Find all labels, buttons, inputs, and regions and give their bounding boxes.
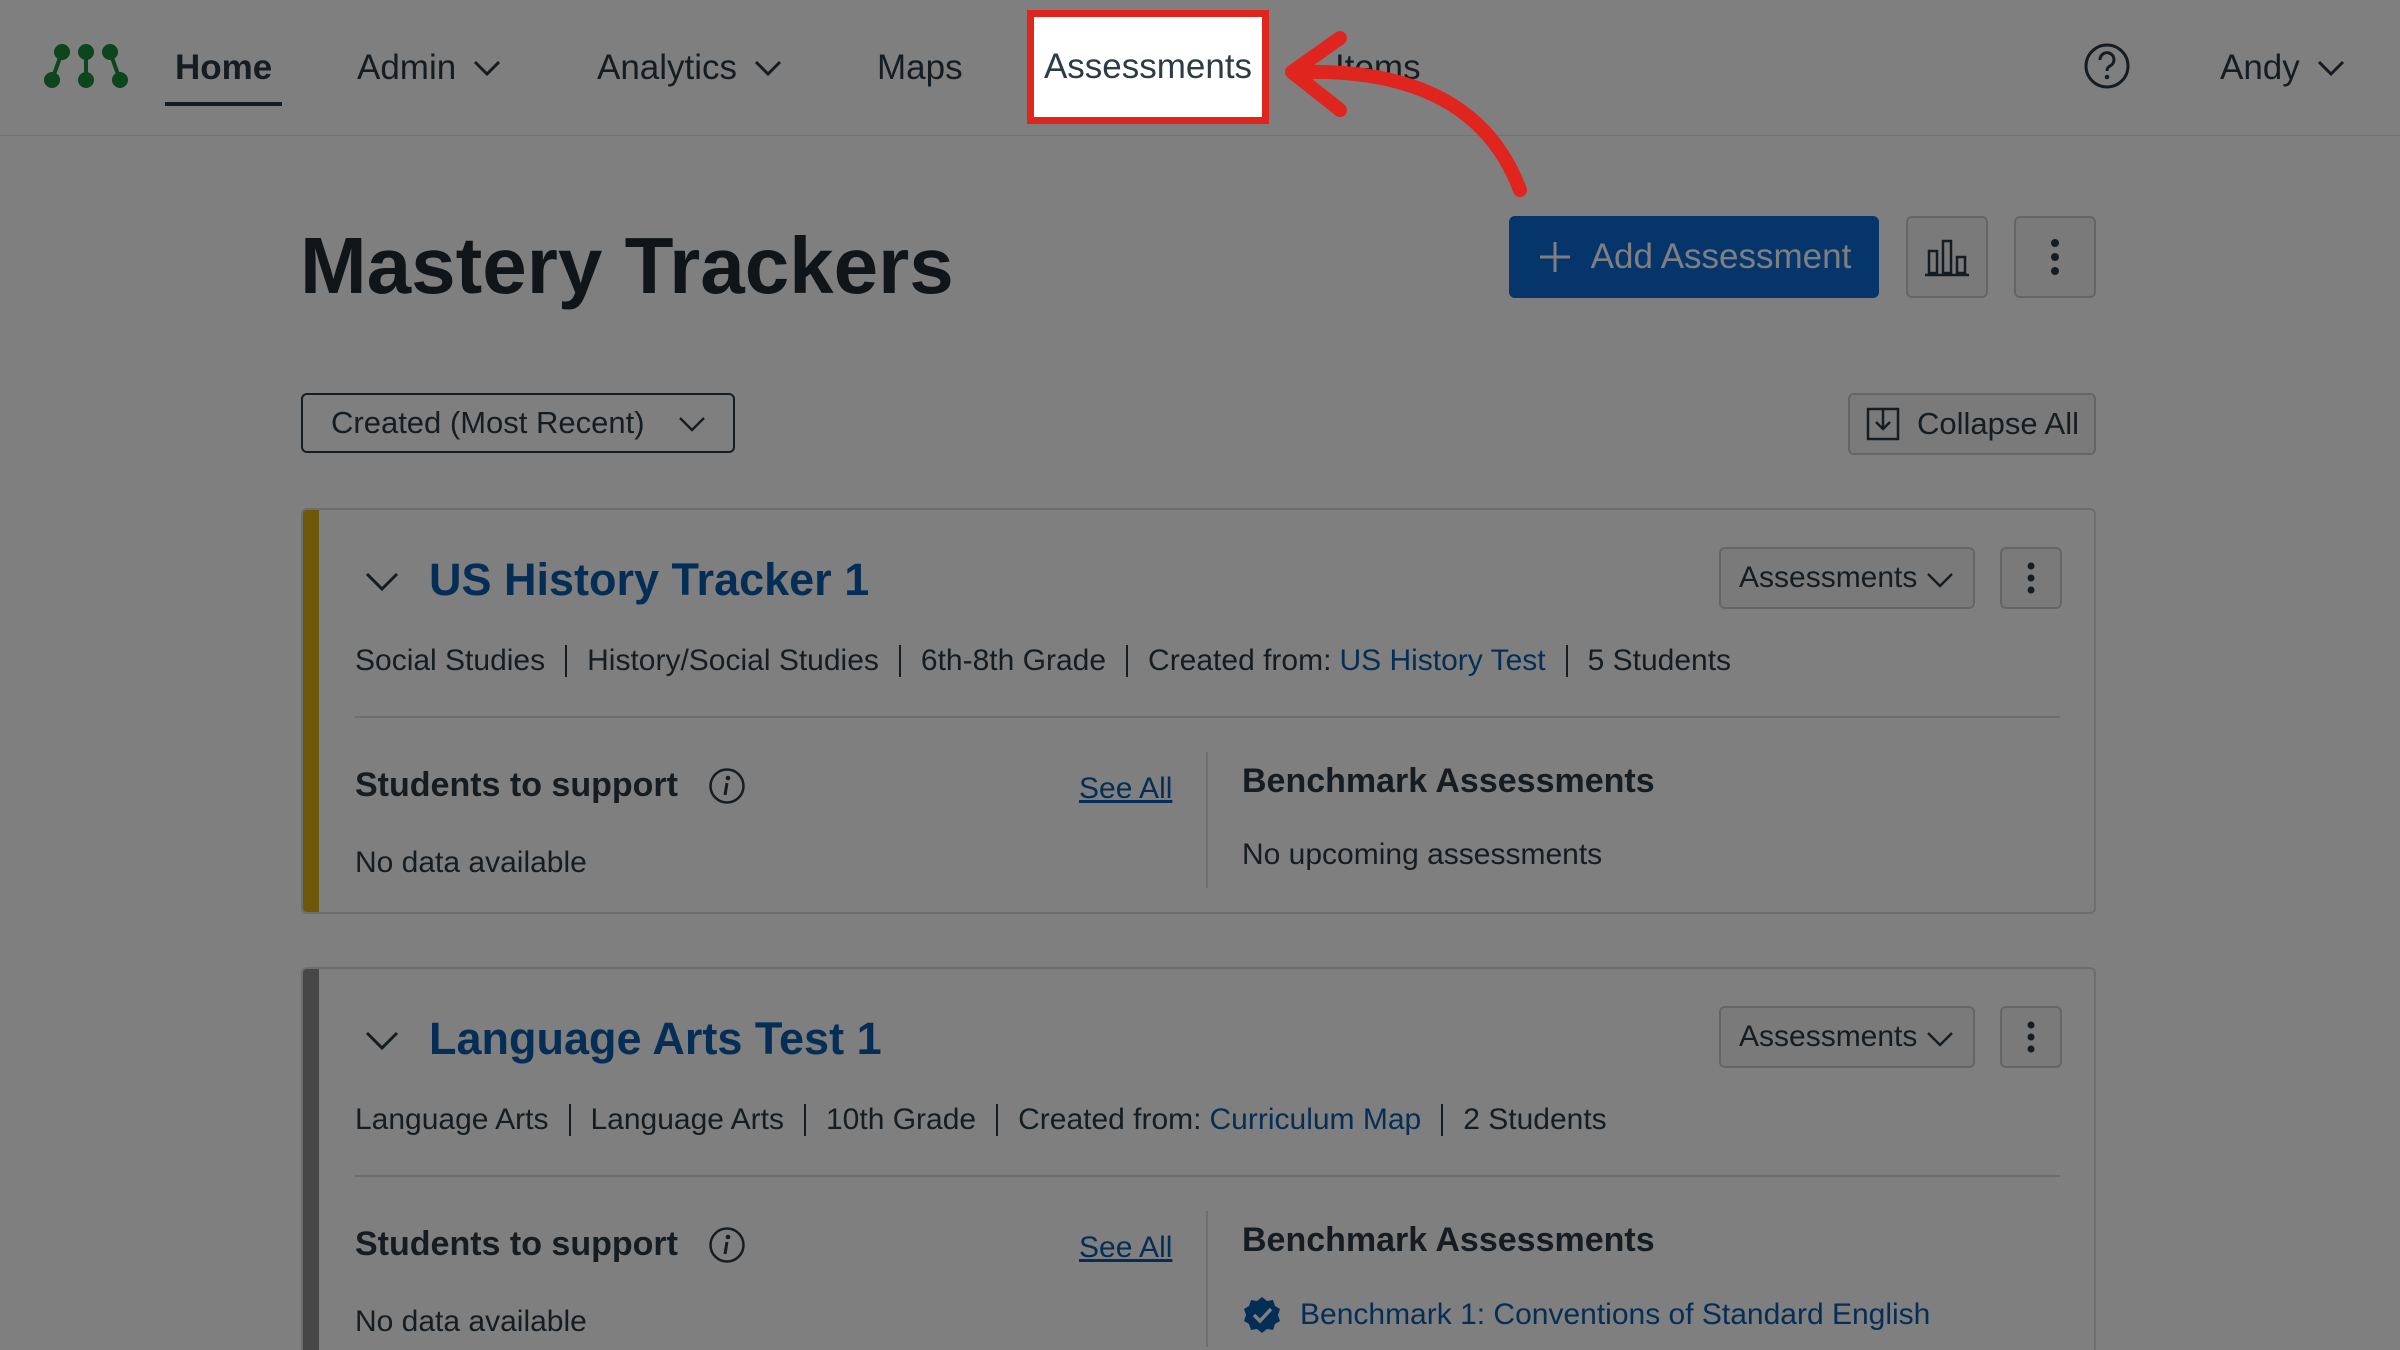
meta-created-from-label: Created from: xyxy=(1018,1103,1202,1136)
bar-chart-icon xyxy=(1925,239,1969,277)
nav-analytics-label: Analytics xyxy=(597,48,738,87)
benchmark-empty-text: No upcoming assessments xyxy=(1242,838,1603,871)
sort-select[interactable]: Created (Most Recent) xyxy=(301,393,735,453)
students-to-support-heading: Students to support xyxy=(355,766,746,805)
nav-analytics[interactable]: Analytics xyxy=(597,0,783,136)
meta-course: Language Arts xyxy=(590,1103,785,1136)
chevron-down-icon xyxy=(474,60,501,77)
meta-created-from-link[interactable]: US History Test xyxy=(1339,644,1545,678)
verified-badge-icon xyxy=(1244,1297,1280,1333)
assessments-dropdown-label: Assessments xyxy=(1739,561,1918,594)
user-menu[interactable]: Andy xyxy=(2220,0,2346,136)
nav-maps[interactable]: Maps xyxy=(877,0,963,136)
info-icon[interactable] xyxy=(708,1226,746,1264)
add-assessment-button[interactable]: Add Assessment xyxy=(1509,216,1879,298)
tracker-card: Language Arts Test 1 Assessments Languag… xyxy=(301,967,2096,1350)
nav-admin[interactable]: Admin xyxy=(357,0,502,136)
meta-students: 5 Students xyxy=(1587,644,1732,677)
page-options-button[interactable] xyxy=(2014,216,2096,298)
meta-subject: Social Studies xyxy=(355,644,546,677)
benchmark-item-label: Benchmark 1: Conventions of Standard Eng… xyxy=(1300,1298,1931,1331)
meta-separator xyxy=(804,1104,806,1136)
nav-active-underline xyxy=(165,102,283,106)
meta-separator xyxy=(565,645,568,677)
app-logo-icon[interactable] xyxy=(44,40,128,92)
meta-subject: Language Arts xyxy=(355,1103,549,1136)
tracker-card: US History Tracker 1 Assessments Social … xyxy=(301,508,2096,914)
assessments-dropdown-label: Assessments xyxy=(1739,1020,1918,1053)
tracker-color-stripe xyxy=(303,510,319,912)
support-empty-text: No data available xyxy=(355,1305,587,1338)
meta-separator xyxy=(1126,645,1129,677)
benchmark-item[interactable]: Benchmark 1: Conventions of Standard Eng… xyxy=(1242,1295,1930,1335)
meta-created-from-label: Created from: xyxy=(1148,644,1332,677)
chevron-down-icon[interactable] xyxy=(363,562,401,600)
page-title: Mastery Trackers xyxy=(300,221,954,310)
user-name: Andy xyxy=(2220,48,2300,87)
meta-created-from-link[interactable]: Curriculum Map xyxy=(1210,1103,1422,1137)
tracker-options-button[interactable] xyxy=(2000,1006,2062,1068)
nav-assessments-label: Assessments xyxy=(1043,47,1253,86)
tracker-meta: Social Studies History/Social Studies 6t… xyxy=(355,644,1731,678)
kebab-menu-icon xyxy=(2027,1021,2035,1053)
card-divider xyxy=(355,716,2060,718)
collapse-all-button[interactable]: Collapse All xyxy=(1848,393,2096,455)
meta-grade: 6th-8th Grade xyxy=(920,644,1107,677)
support-empty-text: No data available xyxy=(355,846,587,879)
meta-separator xyxy=(898,645,901,677)
tracker-title-link[interactable]: Language Arts Test 1 xyxy=(429,1013,882,1065)
help-icon[interactable] xyxy=(2083,42,2131,90)
add-assessment-label: Add Assessment xyxy=(1590,237,1852,276)
chevron-down-icon xyxy=(755,60,782,77)
chevron-down-icon xyxy=(1927,1032,1953,1047)
chevron-down-icon[interactable] xyxy=(363,1021,401,1059)
column-divider xyxy=(1206,752,1208,888)
meta-grade: 10th Grade xyxy=(826,1103,977,1136)
meta-course: History/Social Studies xyxy=(587,644,879,677)
students-to-support-label: Students to support xyxy=(355,1225,678,1263)
nav-maps-label: Maps xyxy=(877,48,963,87)
chevron-down-icon xyxy=(1927,573,1953,588)
tracker-options-button[interactable] xyxy=(2000,547,2062,609)
kebab-menu-icon xyxy=(2051,239,2059,275)
tracker-color-stripe xyxy=(303,969,319,1350)
column-divider xyxy=(1206,1211,1208,1347)
benchmark-heading: Benchmark Assessments xyxy=(1242,762,1655,800)
tracker-meta: Language Arts Language Arts 10th Grade C… xyxy=(355,1103,1607,1137)
tracker-title-link[interactable]: US History Tracker 1 xyxy=(429,554,869,606)
nav-admin-label: Admin xyxy=(357,48,457,87)
students-to-support-label: Students to support xyxy=(355,766,678,804)
assessments-dropdown[interactable]: Assessments xyxy=(1719,1006,1975,1068)
see-all-link[interactable]: See All xyxy=(1079,1231,1172,1265)
see-all-link[interactable]: See All xyxy=(1079,772,1172,806)
nav-assessments[interactable]: Assessments xyxy=(1027,10,1269,124)
chevron-down-icon xyxy=(679,417,705,432)
analytics-chart-button[interactable] xyxy=(1906,216,1988,298)
plus-icon xyxy=(1539,242,1570,272)
collapse-icon xyxy=(1866,407,1900,441)
chevron-down-icon xyxy=(2317,60,2344,77)
benchmark-heading: Benchmark Assessments xyxy=(1242,1221,1655,1259)
meta-separator xyxy=(568,1104,571,1136)
collapse-all-label: Collapse All xyxy=(1917,406,2079,441)
nav-home[interactable]: Home xyxy=(165,0,283,136)
meta-separator xyxy=(996,1104,999,1136)
meta-separator xyxy=(1441,1104,1444,1136)
card-divider xyxy=(355,1175,2060,1177)
meta-students: 2 Students xyxy=(1463,1103,1607,1136)
sort-select-value: Created (Most Recent) xyxy=(331,405,645,440)
kebab-menu-icon xyxy=(2027,562,2035,594)
meta-separator xyxy=(1565,645,1568,677)
callout-arrow-icon xyxy=(1285,31,1527,197)
info-icon[interactable] xyxy=(708,767,746,805)
nav-home-label: Home xyxy=(175,48,273,87)
assessments-dropdown[interactable]: Assessments xyxy=(1719,547,1975,609)
students-to-support-heading: Students to support xyxy=(355,1225,746,1264)
